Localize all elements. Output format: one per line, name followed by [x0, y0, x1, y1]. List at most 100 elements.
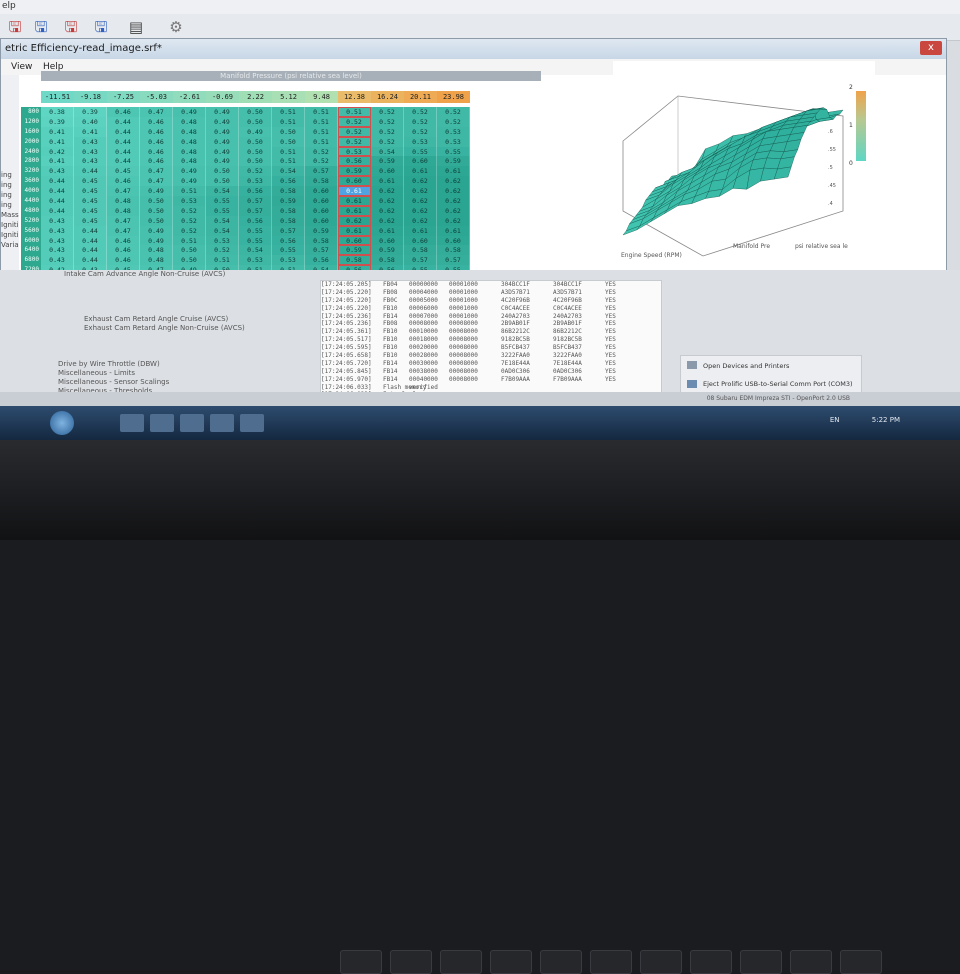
save-blue-alt-button[interactable]: 🖫 — [90, 16, 112, 38]
table-cell[interactable]: 0.48 — [173, 146, 206, 157]
table-cell[interactable]: 0.51 — [206, 255, 239, 266]
table-cell[interactable]: 0.49 — [140, 225, 173, 236]
table-cell[interactable]: 0.53 — [404, 136, 437, 147]
table-cell[interactable]: 0.40 — [74, 116, 107, 127]
table-cell[interactable]: 0.52 — [404, 116, 437, 127]
table-cell[interactable]: 0.49 — [206, 156, 239, 167]
table-cell[interactable]: 0.50 — [140, 196, 173, 206]
table-cell[interactable]: 0.49 — [206, 146, 239, 157]
open-devices-link[interactable]: Open Devices and Printers — [703, 362, 789, 370]
table-cell[interactable]: 0.62 — [371, 205, 404, 216]
table-cell[interactable]: 0.60 — [371, 166, 404, 177]
row-header[interactable]: 4800 — [21, 205, 41, 216]
table-cell[interactable]: 0.60 — [371, 235, 404, 246]
table-cell[interactable]: 0.52 — [338, 136, 371, 147]
table-cell[interactable]: 0.55 — [206, 196, 239, 206]
sidebar-fragment-item[interactable]: ing — [1, 201, 19, 211]
sidebar-fragment-item[interactable]: Ignitior — [1, 231, 19, 241]
table-cell[interactable]: 0.61 — [338, 205, 371, 216]
table-cell[interactable]: 0.45 — [107, 166, 140, 177]
table-cell[interactable]: 0.54 — [272, 166, 305, 177]
tree-item[interactable]: Exhaust Cam Retard Angle Non-Cruise (AVC… — [50, 324, 312, 333]
table-cell[interactable]: 0.46 — [107, 107, 140, 117]
table-cell[interactable]: 0.46 — [107, 245, 140, 256]
table-cell[interactable]: 0.52 — [173, 205, 206, 216]
table-cell[interactable]: 0.49 — [173, 166, 206, 177]
table-cell[interactable]: 0.46 — [107, 255, 140, 266]
column-header[interactable]: -0.69 — [206, 91, 239, 103]
tree-item[interactable]: Miscellaneous - Limits — [50, 369, 312, 378]
table-cell[interactable]: 0.44 — [41, 196, 74, 206]
column-header[interactable]: -2.61 — [173, 91, 206, 103]
table-cell[interactable]: 0.60 — [305, 186, 338, 197]
row-header[interactable]: 800 — [21, 107, 41, 117]
table-cell[interactable]: 0.43 — [41, 255, 74, 266]
table-cell[interactable]: 0.52 — [371, 116, 404, 127]
table-cell[interactable]: 0.59 — [371, 156, 404, 167]
table-cell[interactable]: 0.50 — [239, 156, 272, 167]
table-cell[interactable]: 0.48 — [173, 136, 206, 147]
table-cell[interactable]: 0.53 — [239, 176, 272, 187]
table-cell[interactable]: 0.46 — [107, 176, 140, 187]
column-header[interactable]: 16.24 — [371, 91, 404, 103]
table-cell[interactable]: 0.50 — [173, 245, 206, 256]
table-cell[interactable]: 0.50 — [206, 166, 239, 177]
table-cell[interactable]: 0.50 — [140, 215, 173, 226]
sidebar-fragment-item[interactable]: ing — [1, 171, 19, 181]
table-cell[interactable]: 0.44 — [107, 136, 140, 147]
table-cell[interactable]: 0.58 — [272, 205, 305, 216]
table-cell[interactable]: 0.44 — [107, 156, 140, 167]
table-cell[interactable]: 0.45 — [74, 196, 107, 206]
table-cell[interactable]: 0.52 — [371, 126, 404, 137]
table-cell[interactable]: 0.45 — [74, 186, 107, 197]
table-cell[interactable]: 0.47 — [140, 166, 173, 177]
table-cell[interactable]: 0.61 — [338, 186, 371, 197]
table-cell[interactable]: 0.54 — [206, 225, 239, 236]
row-header[interactable]: 3200 — [21, 166, 41, 177]
table-cell[interactable]: 0.49 — [239, 126, 272, 137]
sidebar-fragment-item[interactable]: Variabl — [1, 241, 19, 251]
table-cell[interactable]: 0.47 — [140, 176, 173, 187]
column-header[interactable]: -5.03 — [140, 91, 173, 103]
table-cell[interactable]: 0.42 — [41, 146, 74, 157]
row-header[interactable]: 3600 — [21, 176, 41, 187]
table-cell[interactable]: 0.60 — [305, 196, 338, 206]
table-cell[interactable]: 0.56 — [239, 186, 272, 197]
table-cell[interactable]: 0.46 — [140, 126, 173, 137]
sidebar-fragment-item[interactable]: Mass A — [1, 211, 19, 221]
table-cell[interactable]: 0.43 — [41, 245, 74, 256]
table-cell[interactable]: 0.44 — [74, 166, 107, 177]
table-cell[interactable]: 0.58 — [305, 235, 338, 246]
table-cell[interactable]: 0.49 — [206, 126, 239, 137]
table-cell[interactable]: 0.60 — [305, 215, 338, 226]
table-cell[interactable]: 0.44 — [41, 176, 74, 187]
table-cell[interactable]: 0.47 — [107, 215, 140, 226]
table-cell[interactable]: 0.62 — [371, 196, 404, 206]
table-cell[interactable]: 0.49 — [140, 235, 173, 246]
taskbar-app-icon[interactable] — [210, 414, 234, 432]
row-header[interactable]: 4400 — [21, 196, 41, 206]
table-cell[interactable]: 0.43 — [74, 146, 107, 157]
column-header[interactable]: -7.25 — [107, 91, 140, 103]
row-header[interactable]: 2400 — [21, 146, 41, 157]
table-cell[interactable]: 0.41 — [41, 156, 74, 167]
taskbar-browser-icon[interactable] — [180, 414, 204, 432]
column-header[interactable]: -11.51 — [41, 91, 74, 103]
table-cell[interactable]: 0.61 — [371, 176, 404, 187]
table-cell[interactable]: 0.52 — [437, 116, 470, 127]
table-cell[interactable]: 0.60 — [338, 235, 371, 246]
chip-button[interactable]: ▤ — [125, 16, 147, 38]
table-cell[interactable]: 0.53 — [437, 126, 470, 137]
table-cell[interactable]: 0.61 — [371, 225, 404, 236]
table-cell[interactable]: 0.50 — [272, 136, 305, 147]
table-cell[interactable]: 0.44 — [74, 255, 107, 266]
table-cell[interactable]: 0.44 — [41, 205, 74, 216]
table-cell[interactable]: 0.52 — [437, 107, 470, 117]
tree-item[interactable] — [50, 297, 312, 306]
table-cell[interactable]: 0.61 — [404, 225, 437, 236]
table-cell[interactable]: 0.43 — [41, 235, 74, 246]
table-cell[interactable]: 0.62 — [338, 215, 371, 226]
row-header[interactable]: 1600 — [21, 126, 41, 137]
table-cell[interactable]: 0.55 — [272, 245, 305, 256]
table-cell[interactable]: 0.58 — [371, 255, 404, 266]
